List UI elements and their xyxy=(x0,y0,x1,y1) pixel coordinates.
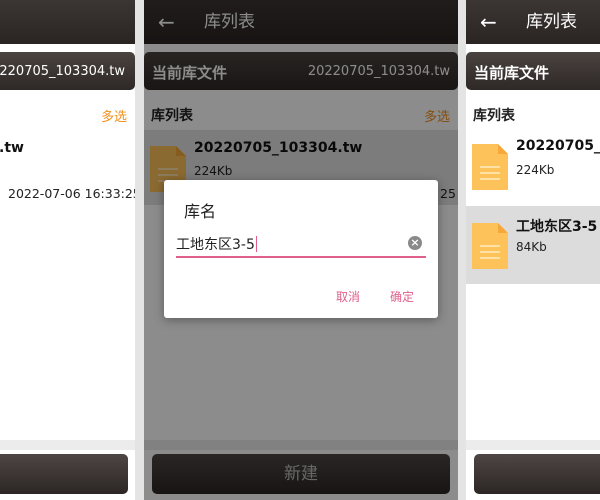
confirm-button[interactable]: 确定 xyxy=(390,288,414,305)
middle-screen: ← 库列表 当前库文件 20220705_103304.tw 库列表 多选 20… xyxy=(144,0,458,500)
list-item[interactable]: 20220705_1 224Kb xyxy=(466,130,600,204)
file-name: 工地东区3-5 xyxy=(516,219,598,235)
library-name-input[interactable]: 工地东区3-5 × xyxy=(176,234,426,258)
new-button[interactable] xyxy=(474,454,600,494)
divider-strip xyxy=(466,440,600,450)
current-library-value: 20220705_103304.tw xyxy=(0,64,125,79)
list-item-selected[interactable]: 工地东区3-5 84Kb xyxy=(466,206,600,284)
file-name: .tw xyxy=(0,140,24,156)
new-button[interactable] xyxy=(0,454,128,494)
file-icon xyxy=(472,144,508,190)
file-name: 20220705_1 xyxy=(516,138,600,154)
input-value: 工地东区3-5 xyxy=(176,237,255,253)
library-name-dialog: 库名 工地东区3-5 × 取消 确定 xyxy=(164,180,438,318)
app-bar: ← 库列表 xyxy=(466,0,600,44)
panel-divider xyxy=(135,0,144,500)
multi-select-link[interactable]: 多选 xyxy=(101,106,127,125)
current-library-bar[interactable]: 当前库文件 xyxy=(466,52,600,90)
file-size: 84Kb xyxy=(516,240,547,254)
divider-strip xyxy=(0,440,135,450)
dialog-title: 库名 xyxy=(184,202,217,221)
current-library-label: 当前库文件 xyxy=(474,64,550,82)
current-library-bar[interactable]: 20220705_103304.tw xyxy=(0,52,135,90)
left-screen: 20220705_103304.tw 多选 .tw 2022-07-06 16:… xyxy=(0,0,135,500)
list-item[interactable]: .tw 2022-07-06 16:33:25 xyxy=(0,130,135,205)
cancel-button[interactable]: 取消 xyxy=(336,288,360,305)
back-arrow-icon[interactable]: ← xyxy=(480,10,497,34)
file-size: 224Kb xyxy=(516,163,555,177)
panel-divider xyxy=(458,0,466,500)
library-list-header: 库列表 xyxy=(466,100,600,128)
text-caret xyxy=(255,236,257,252)
app-bar xyxy=(0,0,135,44)
library-list-header: 多选 xyxy=(0,100,135,128)
library-list-label: 库列表 xyxy=(473,108,515,124)
file-timestamp: 2022-07-06 16:33:25 xyxy=(8,186,135,201)
page-title: 库列表 xyxy=(526,12,577,32)
clear-input-icon[interactable]: × xyxy=(408,236,422,250)
right-screen: ← 库列表 当前库文件 库列表 20220705_1 224Kb 工地东区3-5… xyxy=(466,0,600,500)
file-icon xyxy=(472,223,508,269)
